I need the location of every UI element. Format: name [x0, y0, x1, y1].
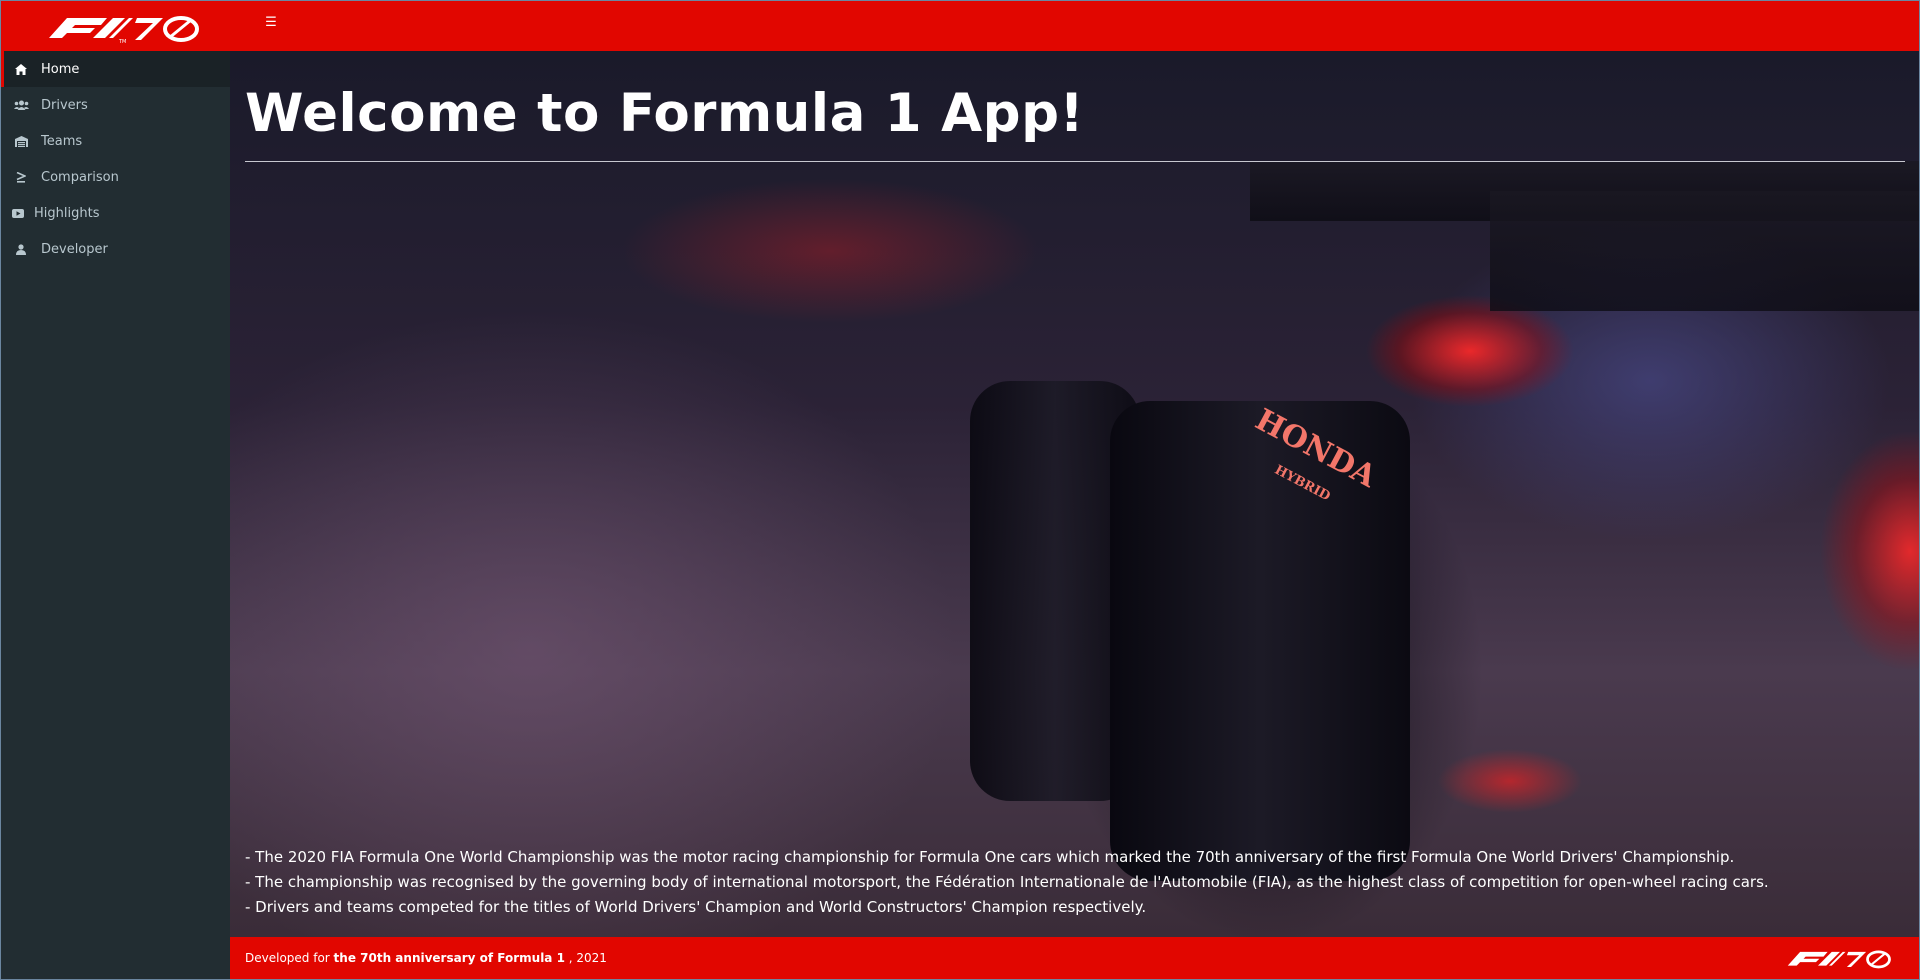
sidebar-item-developer[interactable]: Developer — [1, 231, 230, 267]
sidebar-item-teams[interactable]: Teams — [1, 123, 230, 159]
users-icon — [1, 100, 41, 110]
sidebar-item-label: Comparison — [41, 169, 119, 185]
top-navbar: TM ☰ — [1, 1, 1919, 51]
hero-section: HONDA HYBRID Welcome to Formula 1 App! -… — [230, 51, 1919, 937]
title-divider — [245, 161, 1905, 162]
sidebar-item-label: Developer — [41, 241, 108, 257]
sidebar-item-highlights[interactable]: Highlights — [1, 195, 230, 231]
sidebar: Home Drivers Teams Comparison Highlights — [1, 51, 230, 979]
fact-line: - The 2020 FIA Formula One World Champio… — [245, 848, 1735, 866]
sidebar-item-label: Teams — [41, 133, 83, 149]
app-window: TM ☰ Home Drivers Teams Comparison Highl… — [0, 0, 1920, 980]
sidebar-item-label: Drivers — [41, 97, 88, 113]
footer: Developed for the 70th anniversary of Fo… — [230, 937, 1919, 979]
home-icon — [1, 63, 41, 75]
footer-credit: Developed for the 70th anniversary of Fo… — [245, 951, 607, 965]
video-icon — [1, 208, 34, 218]
footer-bold-text: the 70th anniversary of Formula 1 — [333, 951, 565, 965]
greater-equal-icon — [1, 171, 41, 183]
page-title: Welcome to Formula 1 App! — [245, 83, 1085, 144]
sidebar-item-label: Highlights — [34, 205, 100, 221]
footer-prefix: Developed for — [245, 951, 330, 965]
user-icon — [1, 243, 41, 255]
fact-line: - Drivers and teams competed for the tit… — [245, 898, 1147, 916]
sidebar-item-label: Home — [41, 61, 80, 77]
fact-line: - The championship was recognised by the… — [245, 873, 1769, 891]
garage-icon — [1, 135, 41, 147]
f1-70-logo[interactable]: TM — [45, 10, 205, 44]
hamburger-icon[interactable]: ☰ — [263, 13, 279, 33]
sidebar-item-comparison[interactable]: Comparison — [1, 159, 230, 195]
sidebar-item-drivers[interactable]: Drivers — [1, 87, 230, 123]
facts-list: - The 2020 FIA Formula One World Champio… — [245, 845, 1905, 920]
sidebar-item-home[interactable]: Home — [1, 51, 230, 87]
footer-suffix: , 2021 — [568, 951, 607, 965]
f1-70-footer-logo — [1787, 950, 1891, 969]
svg-text:TM: TM — [118, 39, 126, 44]
